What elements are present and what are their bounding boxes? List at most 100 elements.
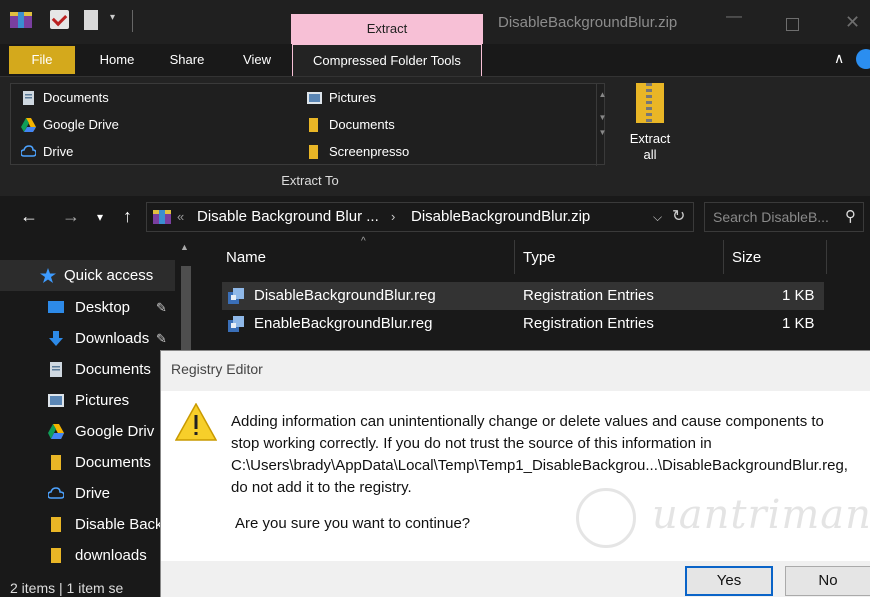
breadcrumb-current[interactable]: DisableBackgroundBlur.zip xyxy=(411,203,590,231)
table-row[interactable]: EnableBackgroundBlur.reg Registration En… xyxy=(222,310,824,338)
folder-icon xyxy=(51,548,61,563)
extract-all-button[interactable]: Extract all xyxy=(622,79,678,169)
recent-locations-dropdown[interactable]: ▾ xyxy=(97,210,103,224)
breadcrumb-parent[interactable]: Disable Background Blur ... xyxy=(197,203,379,231)
extract-all-label: Extract all xyxy=(629,131,671,162)
extract-context-tab[interactable]: Extract xyxy=(291,14,483,44)
sidebar-item-drive[interactable]: Drive xyxy=(0,478,175,509)
expand-gallery-icon[interactable]: ▼ xyxy=(597,128,608,137)
scroll-up-icon[interactable]: ▲ xyxy=(180,242,189,252)
overflow-crumb[interactable]: « xyxy=(177,203,184,231)
column-header-name[interactable]: Name xyxy=(226,244,266,272)
watermark: uantrimang xyxy=(570,488,870,558)
documents-icon xyxy=(23,91,34,105)
sidebar-item-pictures[interactable]: Pictures xyxy=(0,385,175,416)
up-button[interactable]: ↑ xyxy=(123,206,132,227)
sidebar-item-downloads-folder[interactable]: downloads xyxy=(0,540,175,571)
file-type: Registration Entries xyxy=(523,315,654,332)
status-bar: 2 items | 1 item se xyxy=(10,580,124,596)
address-toolbar: ← → ▾ ↑ « Disable Background Blur ... › … xyxy=(0,196,870,236)
help-icon[interactable] xyxy=(856,49,870,69)
extract-to-documents-folder[interactable]: Documents xyxy=(303,113,395,137)
column-header-size[interactable]: Size xyxy=(732,244,761,272)
close-button[interactable]: ✕ xyxy=(845,12,860,33)
column-divider[interactable] xyxy=(826,240,827,274)
extract-to-screenpresso[interactable]: Screenpresso xyxy=(303,140,409,164)
breadcrumb-chevron-icon[interactable]: › xyxy=(391,203,395,231)
collapse-ribbon-icon[interactable]: ∧ xyxy=(834,50,844,67)
registry-file-icon xyxy=(228,288,244,304)
refresh-icon[interactable]: ↻ xyxy=(672,203,685,231)
message-line: stop working correctly. If you do not tr… xyxy=(231,435,712,452)
google-drive-icon xyxy=(21,118,36,132)
properties-checkmark-icon[interactable] xyxy=(50,10,69,29)
sidebar-item-documents-folder[interactable]: Documents xyxy=(0,447,175,478)
extract-to-documents[interactable]: Documents xyxy=(17,86,109,110)
pin-icon[interactable]: ✎ xyxy=(156,292,167,323)
ribbon-tabs: File Home Share View Compressed Folder T… xyxy=(0,44,870,78)
scroll-down-icon[interactable]: ▼ xyxy=(597,113,608,122)
message-line: Adding information can unintentionally c… xyxy=(231,413,824,430)
address-bar[interactable]: « Disable Background Blur ... › DisableB… xyxy=(146,202,694,232)
folder-icon xyxy=(309,145,318,159)
sort-ascending-icon: ^ xyxy=(361,236,366,247)
file-name: DisableBackgroundBlur.reg xyxy=(254,287,436,304)
search-input[interactable]: Search DisableB... ⚲ xyxy=(704,202,864,232)
no-button[interactable]: No xyxy=(785,566,870,596)
watermark-text: uantrimang xyxy=(652,492,870,538)
sidebar-item-label: Documents xyxy=(75,361,151,378)
scroll-up-icon[interactable]: ▲ xyxy=(597,90,608,99)
tab-file[interactable]: File xyxy=(9,46,75,74)
tab-share[interactable]: Share xyxy=(160,44,214,76)
tab-view[interactable]: View xyxy=(230,44,284,76)
tab-compressed-folder-tools[interactable]: Compressed Folder Tools xyxy=(292,44,482,78)
extract-to-drive[interactable]: Drive xyxy=(17,140,73,164)
maximize-button[interactable] xyxy=(786,18,799,31)
cloud-icon xyxy=(48,487,64,499)
customize-toolbar-dropdown-icon[interactable]: ▾ xyxy=(110,12,115,34)
watermark-logo-icon xyxy=(576,488,636,548)
extract-to-pictures[interactable]: Pictures xyxy=(303,86,376,110)
tab-home[interactable]: Home xyxy=(90,44,144,76)
warning-icon xyxy=(175,403,217,441)
sidebar-item-label: Documents xyxy=(75,454,151,471)
documents-icon xyxy=(50,362,62,377)
file-type: Registration Entries xyxy=(523,287,654,304)
desktop-icon xyxy=(48,301,64,313)
minimize-button[interactable]: — xyxy=(726,8,742,26)
file-size: 1 KB xyxy=(782,287,815,304)
file-size: 1 KB xyxy=(782,315,815,332)
sidebar-item-label: Disable Back xyxy=(75,516,163,533)
yes-button[interactable]: Yes xyxy=(685,566,773,596)
forward-button[interactable]: → xyxy=(62,206,80,227)
sidebar-item-documents[interactable]: Documents xyxy=(0,354,175,385)
toolbar-separator xyxy=(132,10,133,32)
extract-to-google-drive[interactable]: Google Drive xyxy=(17,113,119,137)
location-label: Pictures xyxy=(329,90,376,105)
new-folder-icon[interactable] xyxy=(84,10,98,30)
ribbon-body: Documents Google Drive Drive Pictures Do… xyxy=(0,76,870,196)
google-drive-icon xyxy=(48,424,64,439)
pictures-icon xyxy=(48,394,64,407)
search-icon[interactable]: ⚲ xyxy=(845,203,856,231)
table-row[interactable]: DisableBackgroundBlur.reg Registration E… xyxy=(222,282,824,310)
sidebar-item-label: Pictures xyxy=(75,392,130,409)
back-button[interactable]: ← xyxy=(20,206,38,227)
scrollbar-thumb[interactable] xyxy=(181,266,191,360)
gallery-scrollbar[interactable]: ▲ ▼ ▼ xyxy=(596,84,608,166)
address-dropdown-icon[interactable]: ⌵ xyxy=(653,203,662,231)
column-divider[interactable] xyxy=(514,240,515,274)
sidebar-item-label: downloads xyxy=(75,547,147,564)
sidebar-item-desktop[interactable]: Desktop ✎ xyxy=(0,292,175,323)
column-divider[interactable] xyxy=(723,240,724,274)
sidebar-item-google-drive[interactable]: Google Driv xyxy=(0,416,175,447)
sidebar-item-quick-access[interactable]: Quick access xyxy=(0,260,175,291)
dialog-question: Are you sure you want to continue? xyxy=(235,515,471,532)
location-label: Screenpresso xyxy=(329,144,410,159)
column-header-type[interactable]: Type xyxy=(523,244,556,272)
sidebar-item-downloads[interactable]: Downloads ✎ xyxy=(0,323,175,354)
sidebar-item-disable-background-blur[interactable]: Disable Back xyxy=(0,509,175,540)
pictures-icon xyxy=(307,92,322,104)
sidebar-item-label: Google Driv xyxy=(75,423,155,440)
folder-icon xyxy=(51,455,61,470)
